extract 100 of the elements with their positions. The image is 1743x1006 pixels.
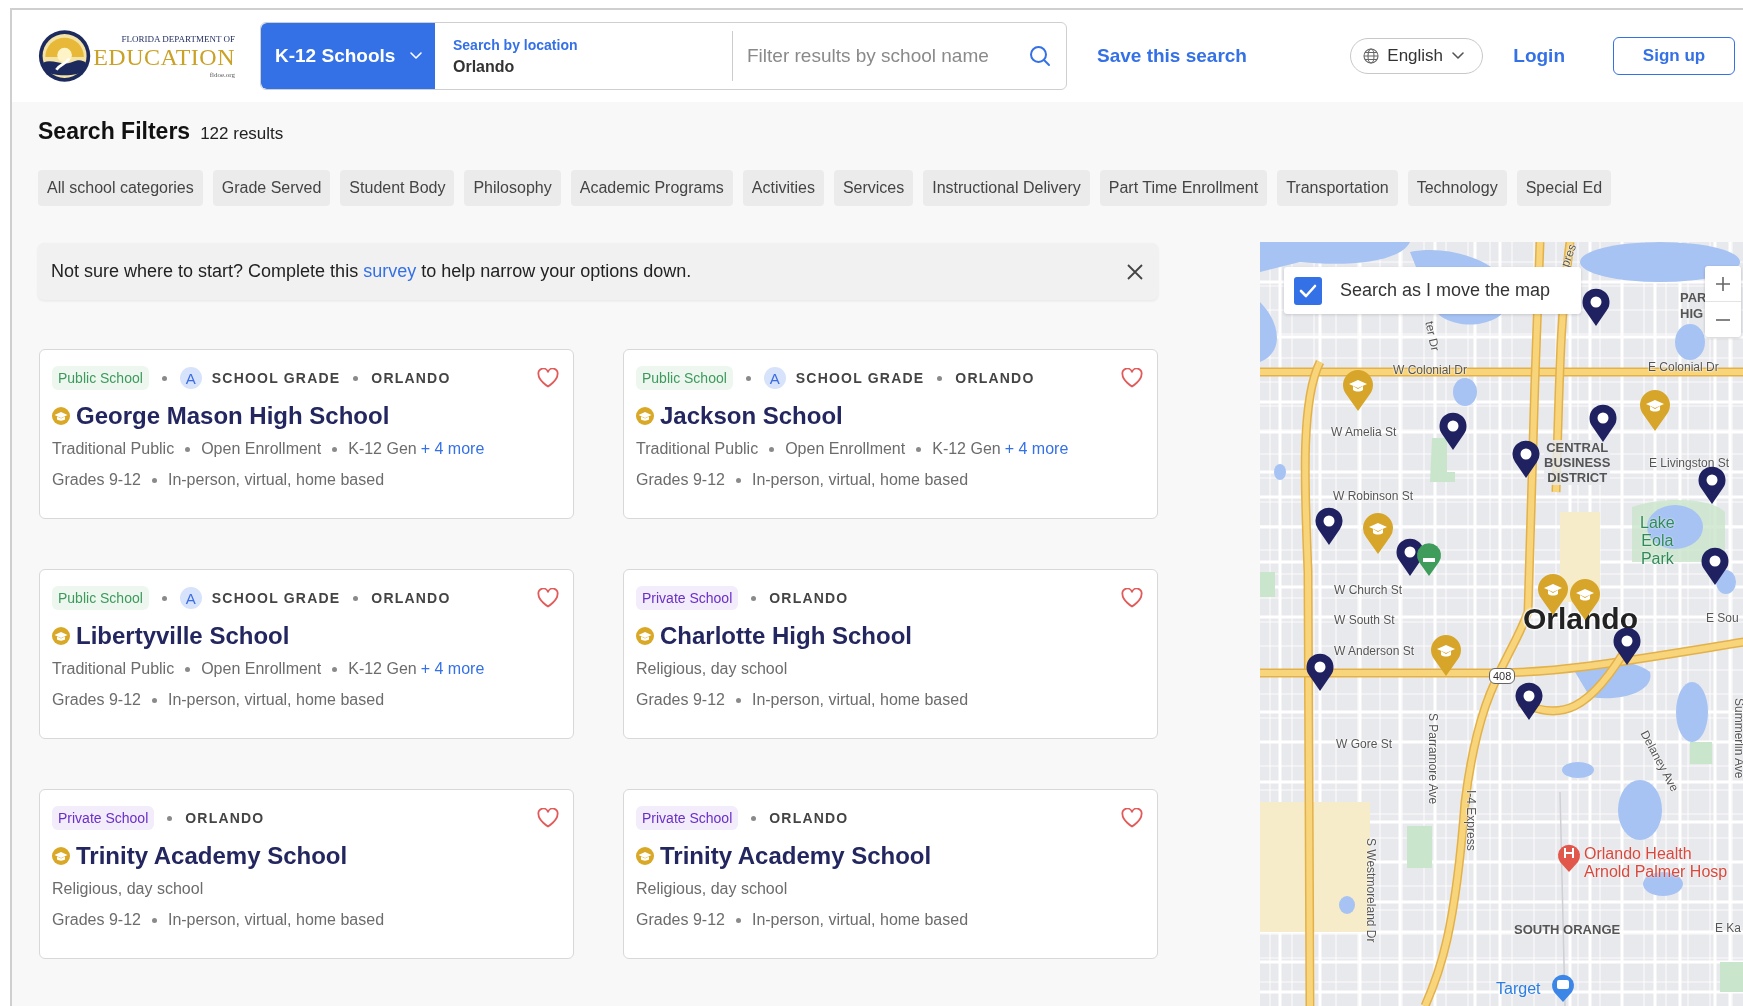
banner-text: Not sure where to start? Complete this survey to help narrow your options down. [51,261,692,282]
filter-chip[interactable]: Student Body [340,170,455,206]
lake [1339,896,1355,914]
lake [1716,570,1736,594]
school-name-link[interactable]: Libertyville School [76,622,290,650]
heart-icon[interactable] [1121,588,1143,608]
results-count: 122 results [200,124,284,144]
map-pin-icon[interactable] [1515,682,1543,720]
map-pin-icon[interactable] [1589,404,1617,442]
survey-link[interactable]: survey [363,261,417,281]
school-name-link[interactable]: Trinity Academy School [76,842,348,870]
more-link[interactable]: + 4 more [1004,440,1069,458]
school-detail: Religious, day school [636,880,788,898]
hospital-pin-icon [1558,844,1580,872]
grades-served: Grades 9-12 [636,691,725,709]
map-label: CENTRAL BUSINESS DISTRICT [1544,440,1611,485]
graduation-cap-icon [636,627,654,645]
map-pin-icon[interactable] [1315,507,1343,545]
graduation-cap-icon [52,847,70,865]
filter-chip[interactable]: Philosophy [464,170,561,206]
delivery-mode: In-person, virtual, home based [167,471,385,489]
delivery-mode: In-person, virtual, home based [751,911,969,929]
map-pin-icon[interactable] [1701,547,1729,585]
login-link[interactable]: Login [1513,45,1565,67]
school-card[interactable]: Private School ORLANDO Trinity Academy School Religious, day school Grades 9-12 In-person, virtual, home based [39,789,574,959]
map-pin-icon[interactable] [1512,440,1540,478]
school-detail: Open Enrollment [201,440,322,458]
filter-chip[interactable]: Academic Programs [570,170,733,206]
grade-badge: A [179,367,202,389]
sign-up-button[interactable]: Sign up [1613,37,1735,75]
map-label: E Sou [1706,611,1739,625]
minus-icon [1716,318,1730,321]
save-search-link[interactable]: Save this search [1097,45,1247,67]
map-pin-icon[interactable] [1306,653,1334,691]
map-label: W Anderson St [1334,644,1415,658]
checkbox[interactable] [1294,276,1322,305]
park-area [1720,962,1743,992]
map-label: PAR [1680,290,1707,305]
map-label: ter Dr [1422,320,1443,353]
school-type-tag: Public School [52,366,149,390]
city-label: ORLANDO [955,370,1035,386]
filter-chip[interactable]: Transportation [1277,170,1398,206]
filter-chip[interactable]: Grade Served [212,170,331,206]
map-label: Target [1496,980,1541,998]
filter-chip[interactable]: Part Time Enrollment [1099,170,1268,206]
map-label: W South St [1334,613,1395,627]
city-label: ORLANDO [371,370,451,386]
school-type-tag: Public School [52,586,149,610]
school-type-tag: Public School [636,366,733,390]
map-pin-icon[interactable] [1582,288,1610,326]
map-pin-icon[interactable] [1439,412,1467,450]
lake [1676,682,1708,742]
lake [1274,464,1286,480]
city-label: ORLANDO [371,590,451,606]
filter-chip[interactable]: Services [833,170,914,206]
school-card[interactable]: Public School A SCHOOL GRADE ORLANDO George Mason High School Traditional Public Open Enrollment K-12 Gen + 4 more Grades 9-12 In-person, virtual, home based [39,349,574,519]
map-label: W Church St [1334,583,1402,597]
grades-served: Grades 9-12 [52,471,141,489]
map-label: S Parramore Ave [1426,713,1440,805]
lake [1260,302,1277,362]
map-label: HIG [1680,306,1704,321]
grade-label: SCHOOL GRADE [211,370,341,386]
heart-icon[interactable] [537,808,559,828]
map-label: W Amelia St [1331,425,1397,439]
school-detail: K-12 Gen [348,660,417,678]
more-link[interactable]: + 4 more [420,440,485,458]
school-name-link[interactable]: George Mason High School [76,402,390,430]
park-pin-icon[interactable] [1417,543,1441,576]
filter-chip[interactable]: Activities [742,170,824,206]
school-name-link[interactable]: Jackson School [660,402,843,430]
grades-served: Grades 9-12 [52,911,141,929]
park-area [1690,742,1712,764]
school-name-link[interactable]: Charlotte High School [660,622,912,650]
school-detail: Open Enrollment [201,660,322,678]
school-card[interactable]: Private School ORLANDO Charlotte High School Religious, day school Grades 9-12 In-person, virtual, home based [623,569,1158,739]
heart-icon[interactable] [537,368,559,388]
filter-chip[interactable]: Instructional Delivery [923,170,1090,206]
school-card[interactable]: Public School A SCHOOL GRADE ORLANDO Jackson School Traditional Public Open Enrollment K-12 Gen + 4 more Grades 9-12 In-person, virtual, home based [623,349,1158,519]
delivery-mode: In-person, virtual, home based [167,911,385,929]
school-detail: Religious, day school [52,880,204,898]
grades-served: Grades 9-12 [636,911,725,929]
school-card[interactable]: Private School ORLANDO Trinity Academy School Religious, day school Grades 9-12 In-person, virtual, home based [623,789,1158,959]
heart-icon[interactable] [1121,808,1143,828]
map-label: Summerlin Ave [1732,698,1743,779]
school-detail: K-12 Gen [932,440,1001,458]
graduation-cap-icon [52,407,70,425]
filter-chip[interactable]: All school categories [38,170,203,206]
heart-icon[interactable] [1121,368,1143,388]
close-icon[interactable] [1126,262,1144,281]
school-name-link[interactable]: Trinity Academy School [660,842,932,870]
school-card[interactable]: Public School A SCHOOL GRADE ORLANDO Libertyville School Traditional Public Open Enrollment K-12 Gen + 4 more Grades 9-12 In-person, virtual, home based [39,569,574,739]
globe-icon [1363,48,1380,64]
filter-chip[interactable]: Special Ed [1516,170,1612,206]
more-link[interactable]: + 4 more [420,660,485,678]
map-label: I-4 Express [1464,790,1478,851]
city-label: ORLANDO [769,810,849,826]
filter-chip[interactable]: Technology [1407,170,1507,206]
heart-icon[interactable] [537,588,559,608]
map-pin-icon[interactable] [1613,627,1641,665]
park-area [1407,826,1432,868]
